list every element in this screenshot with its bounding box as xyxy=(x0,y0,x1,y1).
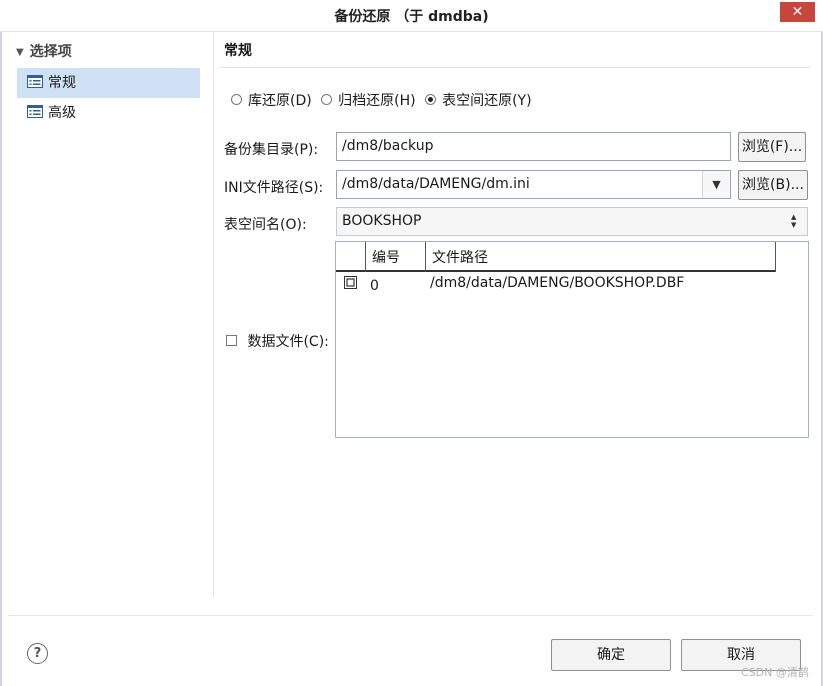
section-title: 常规 xyxy=(224,43,252,59)
backup-dir-input[interactable]: /dm8/backup xyxy=(336,132,731,161)
window-title: 备份还原 （于 dmdba) xyxy=(334,9,489,25)
radio-archive-restore[interactable]: 归档还原(H) xyxy=(321,90,416,110)
datafile-label: 数据文件(C): xyxy=(247,334,329,350)
tablespace-select[interactable]: BOOKSHOP ▲ ▼ xyxy=(336,207,808,236)
list-page-icon xyxy=(27,74,43,88)
datafile-checkbox[interactable] xyxy=(226,334,237,346)
radio-selected-icon[interactable] xyxy=(425,93,437,105)
options-tree-panel: ▼ 选择项 常规 高级 xyxy=(8,32,214,597)
spinner-arrows-icon[interactable]: ▲ ▼ xyxy=(791,213,799,229)
browse-ini-button[interactable]: 浏览(B)... xyxy=(738,170,808,200)
table-header: 编号 文件路径 xyxy=(336,242,776,272)
restore-type-group: 库还原(D) 归档还原(H) 表空间还原(Y) xyxy=(231,90,537,110)
datafile-table: 编号 文件路径 0 /dm8/data/DAMENG/BOOKSHOP.DBF xyxy=(335,241,809,438)
tree-root-label: 选择项 xyxy=(29,44,72,60)
browse-backup-button[interactable]: 浏览(F)... xyxy=(738,132,806,162)
radio-circle-icon[interactable] xyxy=(231,93,242,105)
footer-divider xyxy=(8,615,813,616)
radio-label: 表空间还原(Y) xyxy=(442,93,532,109)
help-icon[interactable]: ? xyxy=(27,643,48,664)
header-path[interactable]: 文件路径 xyxy=(426,242,776,272)
radio-circle-icon[interactable] xyxy=(321,93,333,105)
window-left-edge xyxy=(0,32,2,686)
radio-label: 库还原(D) xyxy=(248,93,312,109)
radio-label: 归档还原(H) xyxy=(338,93,416,109)
checked-box-icon[interactable] xyxy=(344,276,357,289)
ini-path-value: /dm8/data/DAMENG/dm.ini xyxy=(342,176,530,192)
ini-path-label: INI文件路径(S): xyxy=(224,180,324,196)
close-button[interactable]: ✕ xyxy=(780,2,815,22)
watermark: CSDN @清鹊 xyxy=(741,666,809,679)
tree-item-label: 常规 xyxy=(48,75,76,91)
tree-item-label: 高级 xyxy=(48,105,76,121)
list-page-icon xyxy=(27,104,43,118)
expand-arrow-icon[interactable]: ▼ xyxy=(16,47,24,58)
tree-root-options[interactable]: ▼ 选择项 xyxy=(16,41,72,63)
backup-dir-label: 备份集目录(P): xyxy=(224,142,319,158)
tree-item-general[interactable]: 常规 xyxy=(17,68,200,98)
row-checkbox[interactable] xyxy=(344,276,357,293)
tree-item-advanced[interactable]: 高级 xyxy=(17,98,200,128)
datafile-checkbox-row[interactable]: 数据文件(C): xyxy=(226,331,329,351)
ok-button[interactable]: 确定 xyxy=(551,639,671,671)
header-select-column xyxy=(336,242,366,272)
title-bar: 备份还原 （于 dmdba) ✕ xyxy=(0,0,823,32)
radio-tablespace-restore[interactable]: 表空间还原(Y) xyxy=(425,90,532,110)
ini-path-combo[interactable]: /dm8/data/DAMENG/dm.ini ▼ xyxy=(336,170,731,199)
dropdown-arrow-icon[interactable]: ▼ xyxy=(702,171,730,198)
tablespace-value: BOOKSHOP xyxy=(342,213,422,229)
header-number[interactable]: 编号 xyxy=(366,242,426,272)
row-path: /dm8/data/DAMENG/BOOKSHOP.DBF xyxy=(430,275,685,291)
tablespace-label: 表空间名(O): xyxy=(224,217,307,233)
row-number: 0 xyxy=(370,278,379,294)
section-divider xyxy=(220,67,810,68)
radio-database-restore[interactable]: 库还原(D) xyxy=(231,90,312,110)
